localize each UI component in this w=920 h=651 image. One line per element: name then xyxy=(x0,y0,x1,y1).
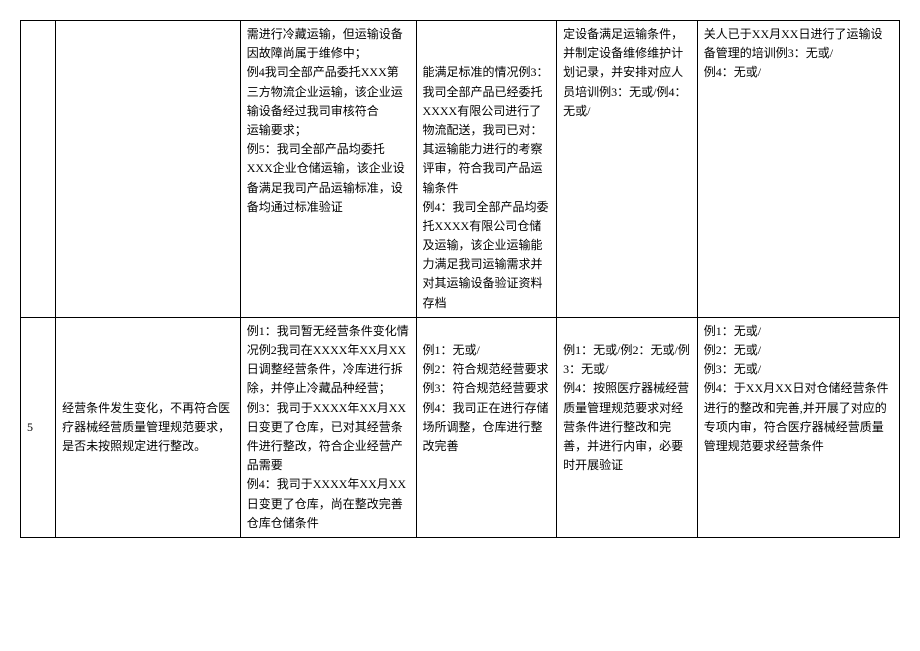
cell-row2-c4: 例1：无或/ 例2：符合规范经营要求 例3：符合规范经营要求 例4：我司正在进行… xyxy=(416,317,557,537)
cell-row1-desc xyxy=(56,21,241,318)
document-table: 需进行冷藏运输，但运输设备因故障尚属于维修中； 例4我司全部产品委托XXX第三方… xyxy=(20,20,900,538)
cell-row1-num xyxy=(21,21,56,318)
cell-row1-c6: 关人已于XX月XX日进行了运输设备管理的培训例3：无或/ 例4：无或/ xyxy=(697,21,899,318)
cell-row2-c3: 例1：我司暂无经营条件变化情况例2我司在XXXX年XX月XX日调整经营条件，冷库… xyxy=(240,317,416,537)
table-row: 5 经营条件发生变化，不再符合医疗器械经营质量管理规范要求，是否未按照规定进行整… xyxy=(21,317,900,537)
cell-row2-c5: 例1：无或/例2：无或/例3：无或/ 例4：按照医疗器械经营质量管理规范要求对经… xyxy=(557,317,698,537)
cell-row2-desc: 经营条件发生变化，不再符合医疗器械经营质量管理规范要求，是否未按照规定进行整改。 xyxy=(56,317,241,537)
cell-row2-c6: 例1：无或/ 例2：无或/ 例3：无或/ 例4：于XX月XX日对仓储经营条件进行… xyxy=(697,317,899,537)
cell-row1-c4: 能满足标准的情况例3：我司全部产品已经委托XXXX有限公司进行了物流配送，我司已… xyxy=(416,21,557,318)
cell-row1-c5: 定设备满足运输条件，并制定设备维修维护计划记录，并安排对应人员培训例3：无或/例… xyxy=(557,21,698,318)
cell-row1-c3: 需进行冷藏运输，但运输设备因故障尚属于维修中； 例4我司全部产品委托XXX第三方… xyxy=(240,21,416,318)
cell-row2-num: 5 xyxy=(21,317,56,537)
table-row: 需进行冷藏运输，但运输设备因故障尚属于维修中； 例4我司全部产品委托XXX第三方… xyxy=(21,21,900,318)
